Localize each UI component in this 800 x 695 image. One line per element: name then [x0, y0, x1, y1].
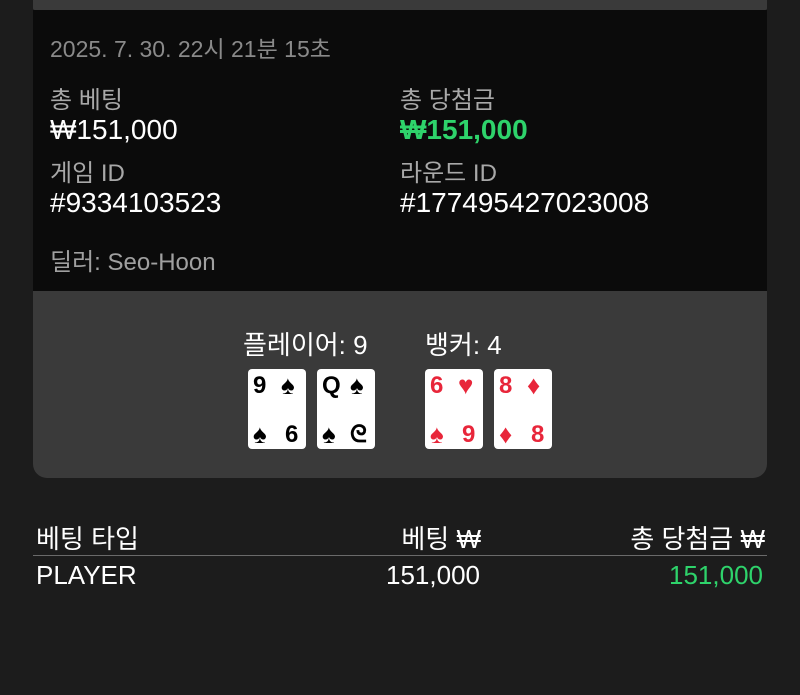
heart-icon: ♥ — [458, 370, 474, 400]
table-row: PLAYER 151,000 151,000 — [33, 556, 767, 600]
spade-icon: ♠ — [322, 419, 336, 449]
total-win-label: 총 당첨금 — [400, 87, 495, 114]
row-bet-type: PLAYER — [36, 560, 137, 590]
hands-section: 플레이어: 9 뱅커: 4 9 ♠ ♠ 6 Q ♠ ♠ ᘓ 6 ♥ ♠ 9 8 … — [33, 291, 767, 478]
top-strip — [33, 0, 767, 10]
total-bet-label: 총 베팅 — [50, 87, 123, 114]
total-bet-value: ₩151,000 — [50, 114, 178, 145]
round-id-label: 라운드 ID — [400, 160, 497, 187]
total-win-value: ₩151,000 — [400, 114, 528, 145]
diamond-icon: ♦ — [527, 370, 541, 400]
bets-table: 베팅 타입 베팅 ₩ 총 당첨금 ₩ PLAYER 151,000 151,00… — [33, 515, 767, 600]
game-id-value: #9334103523 — [50, 187, 222, 218]
round-timestamp: 2025. 7. 30. 22시 21분 15초 — [50, 36, 331, 62]
round-detail-card: 2025. 7. 30. 22시 21분 15초 총 베팅 ₩151,000 총… — [33, 10, 767, 478]
round-info-panel: 2025. 7. 30. 22시 21분 15초 총 베팅 ₩151,000 총… — [33, 10, 767, 291]
player-card-2: Q ♠ ♠ ᘓ — [317, 369, 375, 449]
game-id-label: 게임 ID — [50, 160, 125, 187]
card-rank: 8 — [499, 372, 513, 399]
header-bet-type: 베팅 타입 — [36, 524, 139, 554]
card-rank-bottom: ᘓ — [350, 421, 367, 448]
card-rank: Q — [322, 372, 341, 399]
diamond-icon: ♦ — [499, 419, 513, 449]
player-score-label: 플레이어: 9 — [243, 330, 368, 360]
round-id-value: #177495427023008 — [400, 187, 650, 218]
dealer-name: 딜러: Seo-Hoon — [50, 249, 216, 276]
row-total-win: 151,000 — [669, 560, 763, 590]
card-rank-bottom: 6 — [285, 421, 299, 448]
player-card-1: 9 ♠ ♠ 6 — [248, 369, 306, 449]
header-bet-amount: 베팅 ₩ — [401, 524, 481, 554]
card-rank-bottom: 9 — [462, 421, 476, 448]
spade-icon: ♠ — [281, 370, 295, 400]
card-rank: 6 — [430, 372, 444, 399]
banker-score-label: 뱅커: 4 — [425, 330, 502, 360]
banker-card-1: 6 ♥ ♠ 9 — [425, 369, 483, 449]
spade-icon: ♠ — [253, 419, 267, 449]
card-rank: 9 — [253, 372, 267, 399]
banker-card-2: 8 ♦ ♦ 8 — [494, 369, 552, 449]
bets-table-header: 베팅 타입 베팅 ₩ 총 당첨금 ₩ — [33, 515, 767, 556]
header-total-win: 총 당첨금 ₩ — [630, 524, 765, 554]
heart-icon: ♠ — [430, 419, 444, 449]
spade-icon: ♠ — [350, 370, 364, 400]
row-bet-amount: 151,000 — [386, 560, 480, 590]
card-rank-bottom: 8 — [531, 421, 545, 448]
